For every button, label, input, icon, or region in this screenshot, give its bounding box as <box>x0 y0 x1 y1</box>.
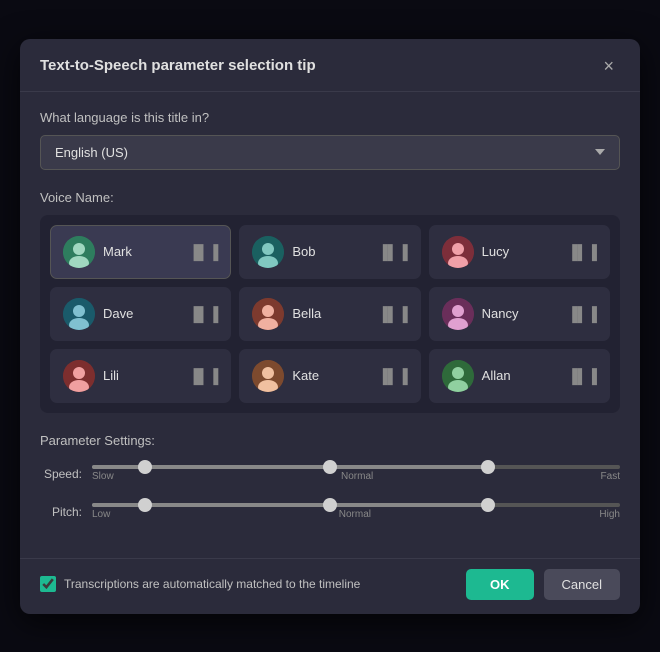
dialog-footer: Transcriptions are automatically matched… <box>20 558 640 614</box>
voice-name-lili: Lili <box>103 368 119 383</box>
voice-name-bella: Bella <box>292 306 321 321</box>
pitch-slider-wrap: Low Normal High <box>92 496 620 528</box>
voice-card-bella[interactable]: Bella ▐▌▐ <box>239 287 420 341</box>
overlay: Text-to-Speech parameter selection tip ×… <box>0 0 660 652</box>
cancel-button[interactable]: Cancel <box>544 569 620 600</box>
voice-name-bob: Bob <box>292 244 315 259</box>
voice-grid: Mark ▐▌▐ <box>50 225 610 403</box>
pitch-thumb-2[interactable] <box>323 498 337 512</box>
wave-icon-mark: ▐▌▐ <box>189 244 219 260</box>
wave-icon-kate: ▐▌▐ <box>378 368 408 384</box>
speed-track <box>92 465 620 469</box>
ok-button[interactable]: OK <box>466 569 534 600</box>
speed-row: Speed: Slow Normal Fast <box>40 458 620 490</box>
wave-icon-bob: ▐▌▐ <box>378 244 408 260</box>
dialog-header: Text-to-Speech parameter selection tip × <box>20 39 640 92</box>
voice-card-dave[interactable]: Dave ▐▌▐ <box>50 287 231 341</box>
avatar-bob <box>252 236 284 268</box>
language-select[interactable]: English (US) English (UK) Spanish French… <box>40 135 620 170</box>
speed-label: Speed: <box>40 467 82 481</box>
footer-buttons: OK Cancel <box>466 569 620 600</box>
pitch-max-label: High <box>599 509 620 520</box>
voice-card-lili[interactable]: Lili ▐▌▐ <box>50 349 231 403</box>
speed-mid-label: Normal <box>341 471 373 482</box>
pitch-thumb-1[interactable] <box>138 498 152 512</box>
voice-name-kate: Kate <box>292 368 319 383</box>
pitch-row: Pitch: Low Normal High <box>40 496 620 528</box>
avatar-nancy <box>442 298 474 330</box>
avatar-allan <box>442 360 474 392</box>
voice-card-bob[interactable]: Bob ▐▌▐ <box>239 225 420 279</box>
dialog: Text-to-Speech parameter selection tip ×… <box>20 39 640 614</box>
voice-name-mark: Mark <box>103 244 132 259</box>
voice-name-lucy: Lucy <box>482 244 509 259</box>
dialog-body: What language is this title in? English … <box>20 92 640 558</box>
avatar-mark <box>63 236 95 268</box>
voice-name-allan: Allan <box>482 368 511 383</box>
avatar-kate <box>252 360 284 392</box>
avatar-lili <box>63 360 95 392</box>
speed-max-label: Fast <box>601 471 620 482</box>
language-row: What language is this title in? English … <box>40 110 620 170</box>
avatar-bella <box>252 298 284 330</box>
params-label: Parameter Settings: <box>40 433 620 448</box>
voice-section: Voice Name: <box>40 190 620 413</box>
pitch-label: Pitch: <box>40 505 82 519</box>
voice-card-allan[interactable]: Allan ▐▌▐ <box>429 349 610 403</box>
checkbox-row: Transcriptions are automatically matched… <box>40 576 360 592</box>
wave-icon-nancy: ▐▌▐ <box>567 306 597 322</box>
transcription-checkbox[interactable] <box>40 576 56 592</box>
close-button[interactable]: × <box>597 55 620 77</box>
speed-min-label: Slow <box>92 471 114 482</box>
voice-name-nancy: Nancy <box>482 306 519 321</box>
pitch-track <box>92 503 620 507</box>
pitch-thumb-3[interactable] <box>481 498 495 512</box>
wave-icon-bella: ▐▌▐ <box>378 306 408 322</box>
pitch-mid-label: Normal <box>339 509 371 520</box>
dialog-title: Text-to-Speech parameter selection tip <box>40 57 316 74</box>
pitch-min-label: Low <box>92 509 110 520</box>
speed-thumb-3[interactable] <box>481 460 495 474</box>
params-section: Parameter Settings: Speed: Slow N <box>40 433 620 528</box>
avatar-lucy <box>442 236 474 268</box>
voice-grid-container: Mark ▐▌▐ <box>40 215 620 413</box>
wave-icon-dave: ▐▌▐ <box>189 306 219 322</box>
speed-thumb-1[interactable] <box>138 460 152 474</box>
checkbox-label: Transcriptions are automatically matched… <box>64 577 360 591</box>
wave-icon-lili: ▐▌▐ <box>189 368 219 384</box>
voice-card-kate[interactable]: Kate ▐▌▐ <box>239 349 420 403</box>
voice-card-lucy[interactable]: Lucy ▐▌▐ <box>429 225 610 279</box>
language-label: What language is this title in? <box>40 110 620 125</box>
wave-icon-allan: ▐▌▐ <box>567 368 597 384</box>
voice-label: Voice Name: <box>40 190 620 205</box>
avatar-dave <box>63 298 95 330</box>
speed-slider-wrap: Slow Normal Fast <box>92 458 620 490</box>
wave-icon-lucy: ▐▌▐ <box>567 244 597 260</box>
speed-thumb-2[interactable] <box>323 460 337 474</box>
voice-card-mark[interactable]: Mark ▐▌▐ <box>50 225 231 279</box>
voice-name-dave: Dave <box>103 306 133 321</box>
voice-card-nancy[interactable]: Nancy ▐▌▐ <box>429 287 610 341</box>
